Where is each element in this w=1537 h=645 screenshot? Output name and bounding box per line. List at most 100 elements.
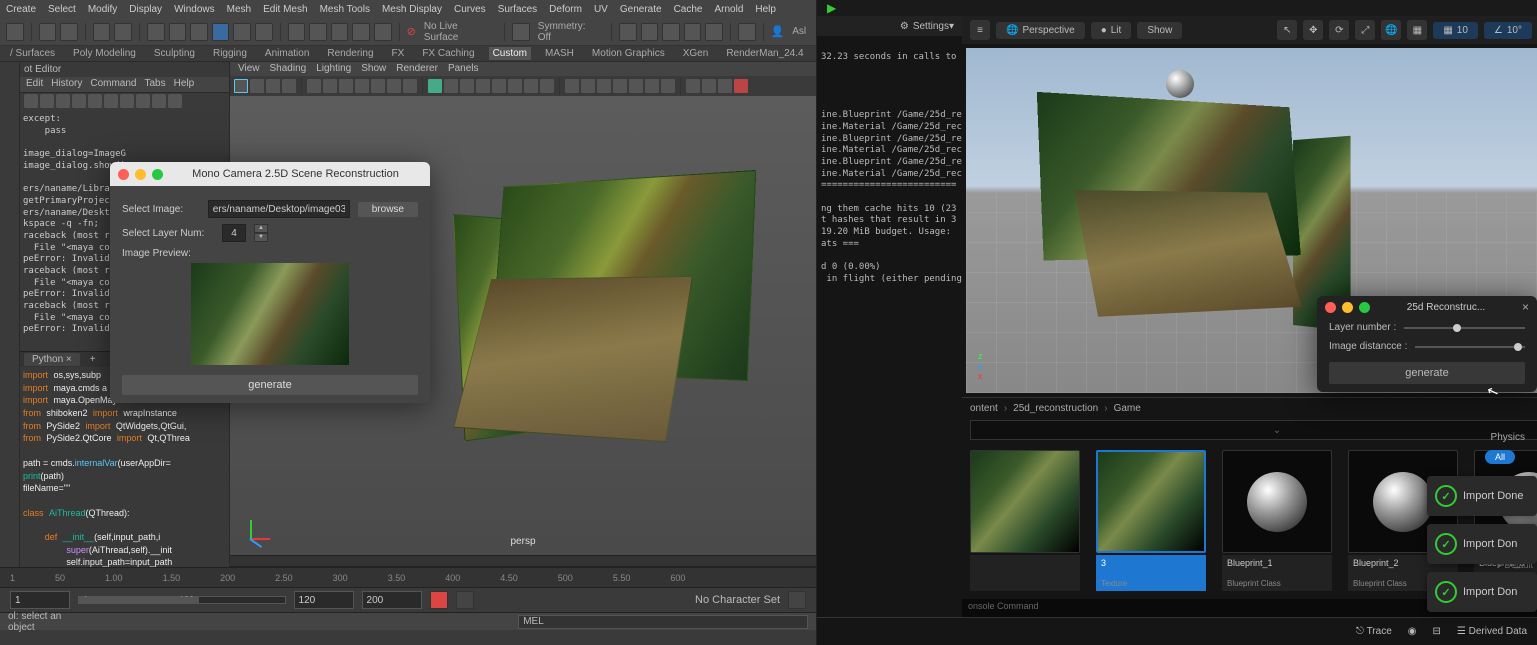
menu-cache[interactable]: Cache <box>674 4 703 15</box>
menu-generate[interactable]: Generate <box>620 4 662 15</box>
menu-modify[interactable]: Modify <box>88 4 117 15</box>
menu-curves[interactable]: Curves <box>454 4 486 15</box>
select-mode-icon[interactable]: ↖ <box>1277 20 1297 40</box>
vp-film-gate-icon[interactable] <box>323 79 337 93</box>
vp-isolate-icon[interactable] <box>565 79 579 93</box>
paint-icon[interactable] <box>190 23 208 41</box>
vp-gamma-icon[interactable] <box>629 79 643 93</box>
vp-grid-icon[interactable] <box>307 79 321 93</box>
viewport-menu[interactable]: View Shading Lighting Show Renderer Pane… <box>230 62 816 76</box>
step-up-icon[interactable]: ▲ <box>254 224 268 233</box>
image-path-field[interactable] <box>208 200 350 218</box>
vp-ao-icon[interactable] <box>508 79 522 93</box>
rotate-icon[interactable] <box>233 23 251 41</box>
settings-dropdown[interactable]: ⚙Settings ▾ <box>817 16 962 36</box>
command-line[interactable]: MEL <box>518 615 808 629</box>
revision-control-icon[interactable]: ◉ <box>1408 626 1417 637</box>
se-menu-tabs[interactable]: Tabs <box>145 78 166 91</box>
menu-create[interactable]: Create <box>6 4 36 15</box>
menu-mesh[interactable]: Mesh <box>227 4 251 15</box>
all-filter-chip[interactable]: All <box>1485 450 1515 464</box>
vp-select-camera-icon[interactable] <box>234 79 248 93</box>
shelf-rendering[interactable]: Rendering <box>323 47 377 60</box>
hypershade-icon[interactable] <box>684 23 702 41</box>
vp-view-transform-icon[interactable] <box>645 79 659 93</box>
menu-arnold[interactable]: Arnold <box>714 4 743 15</box>
rotate-mode-icon[interactable]: ⟳ <box>1329 20 1349 40</box>
menu-hamburger-icon[interactable]: ≡ <box>970 20 990 40</box>
render-settings-icon[interactable] <box>662 23 680 41</box>
surface-snap-icon[interactable]: ▦ <box>1407 20 1427 40</box>
vp-motion-blur-icon[interactable] <box>524 79 538 93</box>
menu-select[interactable]: Select <box>48 4 76 15</box>
open-icon[interactable] <box>39 23 57 41</box>
vp-xray-joints-icon[interactable] <box>597 79 611 93</box>
snap-view-icon[interactable] <box>352 23 370 41</box>
browse-button[interactable]: browse <box>358 202 418 217</box>
se-menu-edit[interactable]: Edit <box>26 78 43 91</box>
import-toast[interactable]: ✓Import Done <box>1427 476 1537 516</box>
asset-item[interactable]: 3Texture <box>1096 450 1206 591</box>
select-icon[interactable] <box>147 23 165 41</box>
ue-layer-plane-2[interactable] <box>1074 190 1301 317</box>
vp-deformers-icon[interactable] <box>718 79 732 93</box>
se-menu-help[interactable]: Help <box>174 78 195 91</box>
vp-shaded-icon[interactable] <box>444 79 458 93</box>
grid-snap[interactable]: ▦10 <box>1433 22 1478 39</box>
se-source-icon[interactable] <box>72 94 86 108</box>
new-scene-icon[interactable] <box>6 23 24 41</box>
se-history-icon[interactable] <box>152 94 166 108</box>
vp-menu-shading[interactable]: Shading <box>270 63 307 75</box>
vp-gate-mask-icon[interactable] <box>355 79 369 93</box>
close-tab-icon[interactable]: × <box>66 354 72 365</box>
shelf-custom[interactable]: Custom <box>489 47 531 60</box>
se-echo-icon[interactable] <box>168 94 182 108</box>
menu-editmesh[interactable]: Edit Mesh <box>263 4 307 15</box>
perspective-dropdown[interactable]: 🌐Perspective <box>996 22 1085 39</box>
zoom-button[interactable] <box>1359 302 1370 313</box>
vp-cache-icon[interactable] <box>734 79 748 93</box>
output-log[interactable]: 32.23 seconds in calls to ine.Blueprint … <box>817 36 962 617</box>
ue-scene-geometry[interactable] <box>1016 88 1336 348</box>
vp-background-icon[interactable] <box>661 79 675 93</box>
script-editor-toolbar[interactable] <box>20 93 229 111</box>
vp-lights-icon[interactable] <box>476 79 490 93</box>
vp-menu-renderer[interactable]: Renderer <box>396 63 438 75</box>
vp-2d-pan-icon[interactable] <box>282 79 296 93</box>
character-set-dropdown[interactable]: No Character Set <box>695 594 780 606</box>
derived-data-button[interactable]: ☰ Derived Data <box>1457 626 1527 637</box>
crumb-folder[interactable]: 25d_reconstruction <box>1013 403 1098 414</box>
undo-icon[interactable] <box>93 23 111 41</box>
close-button[interactable] <box>1325 302 1336 313</box>
add-tab-button[interactable]: + <box>84 353 102 366</box>
se-save-icon[interactable] <box>56 94 70 108</box>
shelf-fxcaching[interactable]: FX Caching <box>418 47 478 60</box>
layer-plane-2[interactable] <box>453 276 693 442</box>
vp-menu-show[interactable]: Show <box>361 63 386 75</box>
symmetry-icon[interactable] <box>512 23 530 41</box>
toolbox-sidebar[interactable] <box>0 62 20 567</box>
vp-safe-title-icon[interactable] <box>403 79 417 93</box>
angle-snap[interactable]: ∠10° <box>1484 22 1532 39</box>
shelf-poly[interactable]: Poly Modeling <box>69 47 140 60</box>
shelf-animation[interactable]: Animation <box>261 47 313 60</box>
character-menu-icon[interactable] <box>788 591 806 609</box>
vp-hud-icon[interactable] <box>686 79 700 93</box>
menu-windows[interactable]: Windows <box>174 4 215 15</box>
image-distance-slider[interactable] <box>1415 346 1525 348</box>
shelf-motiongraphics[interactable]: Motion Graphics <box>588 47 669 60</box>
shelf-fx[interactable]: FX <box>388 47 409 60</box>
vp-safe-action-icon[interactable] <box>387 79 401 93</box>
ue-dialog-titlebar[interactable]: 25d Reconstruc... × <box>1317 296 1537 318</box>
shelf-rigging[interactable]: Rigging <box>209 47 251 60</box>
viewport-scrollbar[interactable] <box>230 555 816 567</box>
shelf-mash[interactable]: MASH <box>541 47 578 60</box>
trace-button[interactable]: ⎋ Trace <box>1356 626 1392 637</box>
script-editor-menu[interactable]: Edit History Command Tabs Help <box>20 77 229 93</box>
asset-filter-bar[interactable]: ⌄ <box>970 420 1537 440</box>
layer-number-slider[interactable] <box>1404 327 1525 329</box>
save-icon[interactable] <box>60 23 78 41</box>
snap-curve-icon[interactable] <box>309 23 327 41</box>
menu-display[interactable]: Display <box>129 4 162 15</box>
vp-menu-lighting[interactable]: Lighting <box>316 63 351 75</box>
